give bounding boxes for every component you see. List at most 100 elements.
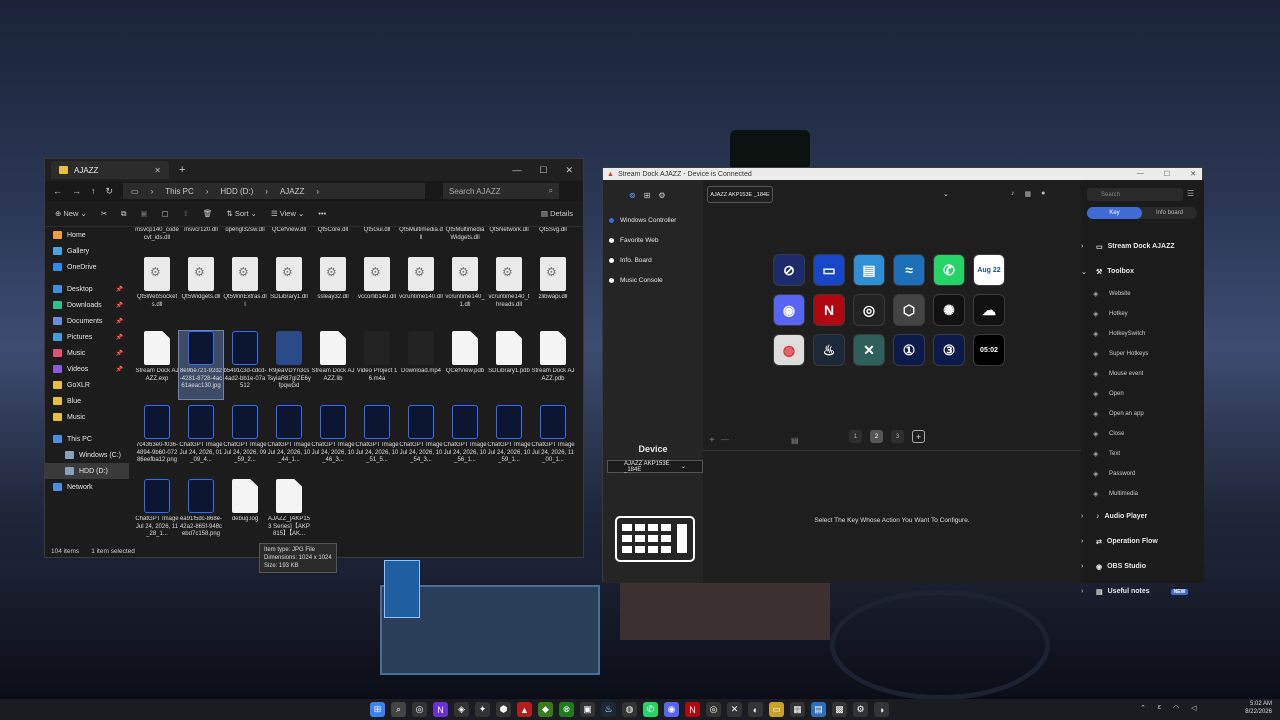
sort-button[interactable]: ⇅ Sort ⌄ xyxy=(226,209,257,218)
action-item[interactable]: ◈ Text xyxy=(1081,444,1199,464)
file-item[interactable]: ChatGPT Image Jul 24, 2026, 10_51_5... xyxy=(355,405,399,473)
clock[interactable]: 5:02 AM 8/22/2026 xyxy=(1245,701,1272,717)
file-explorer-icon[interactable]: ▭ xyxy=(769,702,784,717)
file-item[interactable]: Qt5Widgets.dll xyxy=(179,257,223,325)
file-item[interactable]: ChatGPT Image Jul 24, 2026, 09_59_2... xyxy=(223,405,267,473)
action-item[interactable]: ◈ Open xyxy=(1081,384,1199,404)
action-item[interactable]: ◈ Close xyxy=(1081,424,1199,444)
nav-item[interactable]: Pictures 📌 xyxy=(45,329,129,345)
chrome-icon[interactable]: ◍ xyxy=(622,702,637,717)
copy-icon[interactable]: ⧉ xyxy=(121,209,126,219)
profile-item[interactable]: Music Console xyxy=(603,270,703,290)
forward-arrow-icon[interactable]: → xyxy=(72,186,81,196)
stream-key[interactable]: ▭ xyxy=(813,254,845,286)
nav-item[interactable]: OneDrive xyxy=(45,259,129,275)
close-button[interactable]: ✕ xyxy=(1190,170,1196,178)
action-item[interactable]: ◈ Super Hotkeys xyxy=(1081,344,1199,364)
app-icon[interactable]: ▲ xyxy=(517,702,532,717)
app-icon[interactable]: ▣ xyxy=(580,702,595,717)
add-profile-icon[interactable]: + xyxy=(709,435,715,446)
volume-icon[interactable]: ◁ xyxy=(1191,704,1196,712)
stream-key[interactable]: ≈ xyxy=(893,254,925,286)
search-icon[interactable]: ⌕ xyxy=(391,702,406,717)
file-item[interactable]: SDLibrary1.dll xyxy=(267,257,311,325)
file-item[interactable]: ChatGPT Image Jul 24, 2026, 11_28_1... xyxy=(135,479,179,547)
rename-icon[interactable]: ▢ xyxy=(162,209,169,218)
maximize-button[interactable]: ☐ xyxy=(1164,170,1170,178)
remove-profile-icon[interactable]: — xyxy=(721,435,729,444)
file-item[interactable]: QCefView.pdb xyxy=(443,331,487,399)
action-search-input[interactable]: Search xyxy=(1087,188,1183,201)
page-button[interactable]: 3 xyxy=(891,430,904,443)
file-item[interactable]: ChatGPT Image Jul 24, 2026, 10_44_1... xyxy=(267,405,311,473)
file-item[interactable]: ChatGPT Image Jul 24, 2026, 10_46_3... xyxy=(311,405,355,473)
close-button[interactable]: ✕ xyxy=(565,165,573,176)
stream-key[interactable]: Aug 22 xyxy=(973,254,1005,286)
add-page-button[interactable]: + xyxy=(912,430,925,443)
stream-key[interactable]: ③ xyxy=(933,334,965,366)
nav-item[interactable]: Windows (C:) xyxy=(45,447,129,463)
nav-item[interactable]: GoXLR xyxy=(45,377,129,393)
file-item[interactable]: Stream Dock AJAZZ.exp xyxy=(135,331,179,399)
app-icon[interactable]: ✦ xyxy=(475,702,490,717)
maximize-button[interactable]: ☐ xyxy=(539,165,547,176)
app-icon[interactable]: ◈ xyxy=(454,702,469,717)
stream-key[interactable]: ⬡ xyxy=(893,294,925,326)
action-category[interactable]: › ▭ Stream Dock AJAZZ xyxy=(1081,234,1199,259)
stream-key[interactable]: ◎ xyxy=(853,294,885,326)
file-item[interactable]: ChatGPT Image Jul 24, 2026, 01_09_4... xyxy=(179,405,223,473)
file-item[interactable]: Qt5Multimedia.dll xyxy=(399,227,443,251)
app-icon[interactable]: ✕ xyxy=(727,702,742,717)
stream-key[interactable]: ☁ xyxy=(973,294,1005,326)
details-button[interactable]: ▤ Details xyxy=(541,209,573,218)
action-category[interactable]: ⌄ ⚒ Toolbox xyxy=(1081,259,1199,284)
new-tab-button[interactable]: + xyxy=(179,164,185,176)
nav-item[interactable]: Gallery xyxy=(45,243,129,259)
user-icon[interactable]: ● xyxy=(1041,190,1045,198)
app-icon[interactable]: ▦ xyxy=(790,702,805,717)
breadcrumb-ajazz[interactable]: AJAZZ xyxy=(280,187,304,196)
stream-key[interactable]: ♨ xyxy=(813,334,845,366)
file-item[interactable]: msvcr120.dll xyxy=(179,227,223,251)
app-icon[interactable]: ◑ xyxy=(874,702,889,717)
file-item[interactable]: b5491c3d-cdcd-4ad2-bb1e-07a512 xyxy=(223,331,267,399)
file-item[interactable]: SDLibrary1.pdb xyxy=(487,331,531,399)
profile-item[interactable]: Favorite Web xyxy=(603,230,703,250)
xbox-icon[interactable]: ⊗ xyxy=(559,702,574,717)
stream-key[interactable]: ✺ xyxy=(933,294,965,326)
delete-icon[interactable]: 🗑 xyxy=(203,209,213,218)
grid-settings-icon[interactable]: ▤ xyxy=(791,436,799,445)
file-item[interactable]: Video Project 16.m4a xyxy=(355,331,399,399)
file-item[interactable]: 7c4363e0-f036-4894-9b60-07286eefba12.png xyxy=(135,405,179,473)
page-button[interactable]: 1 xyxy=(849,430,862,443)
settings-icon[interactable]: ⚙ xyxy=(658,191,665,200)
file-item[interactable]: vcruntime140_1.dll xyxy=(443,257,487,325)
more-button[interactable]: ••• xyxy=(318,209,326,218)
file-item[interactable]: Qt5WebSockets.dll xyxy=(135,257,179,325)
file-item[interactable]: 8e9be721-92d2-4281-8728-4ac61aeac130.jpg xyxy=(178,330,224,400)
file-item[interactable]: opengl32sw.dll xyxy=(223,227,267,251)
network-icon[interactable]: ◠ xyxy=(1173,704,1179,712)
refresh-icon[interactable]: ↻ xyxy=(106,186,114,197)
app-icon[interactable]: ⬢ xyxy=(496,702,511,717)
tab-key[interactable]: Key xyxy=(1087,207,1142,219)
app-icon[interactable]: N xyxy=(685,702,700,717)
action-item[interactable]: ◈ Website xyxy=(1081,284,1199,304)
tray-lang-icon[interactable]: ε xyxy=(1158,704,1161,712)
file-item[interactable]: zlibwapi.dll xyxy=(531,257,575,325)
file-item[interactable]: vcruntime140_threads.dll xyxy=(487,257,531,325)
file-item[interactable]: Stream Dock AJAZZ.pdb xyxy=(531,331,575,399)
file-item[interactable]: ea91f5dc-868e-42a2-865f-948cebd7c158.png xyxy=(179,479,223,547)
steam-icon[interactable]: ♨ xyxy=(601,702,616,717)
file-item[interactable]: ssleay32.dll xyxy=(311,257,355,325)
file-item[interactable]: Qt5Svg.dll xyxy=(531,227,575,251)
file-item[interactable]: Download.mp4 xyxy=(399,331,443,399)
nav-item[interactable]: Videos 📌 xyxy=(45,361,129,377)
obs-icon[interactable]: ◎ xyxy=(706,702,721,717)
file-item[interactable]: ChatGPT Image Jul 24, 2026, 11_00_1... xyxy=(531,405,575,473)
action-item[interactable]: ◈ Hotkey xyxy=(1081,304,1199,324)
breadcrumb[interactable]: ▭ › This PC › HDD (D:) › AJAZZ › xyxy=(123,183,426,199)
device-select[interactable]: AJAZZ AKP153E _184E ⌄ xyxy=(607,460,703,473)
nav-item[interactable]: Downloads 📌 xyxy=(45,297,129,313)
search-input[interactable]: Search AJAZZ ⌕ xyxy=(443,183,560,199)
